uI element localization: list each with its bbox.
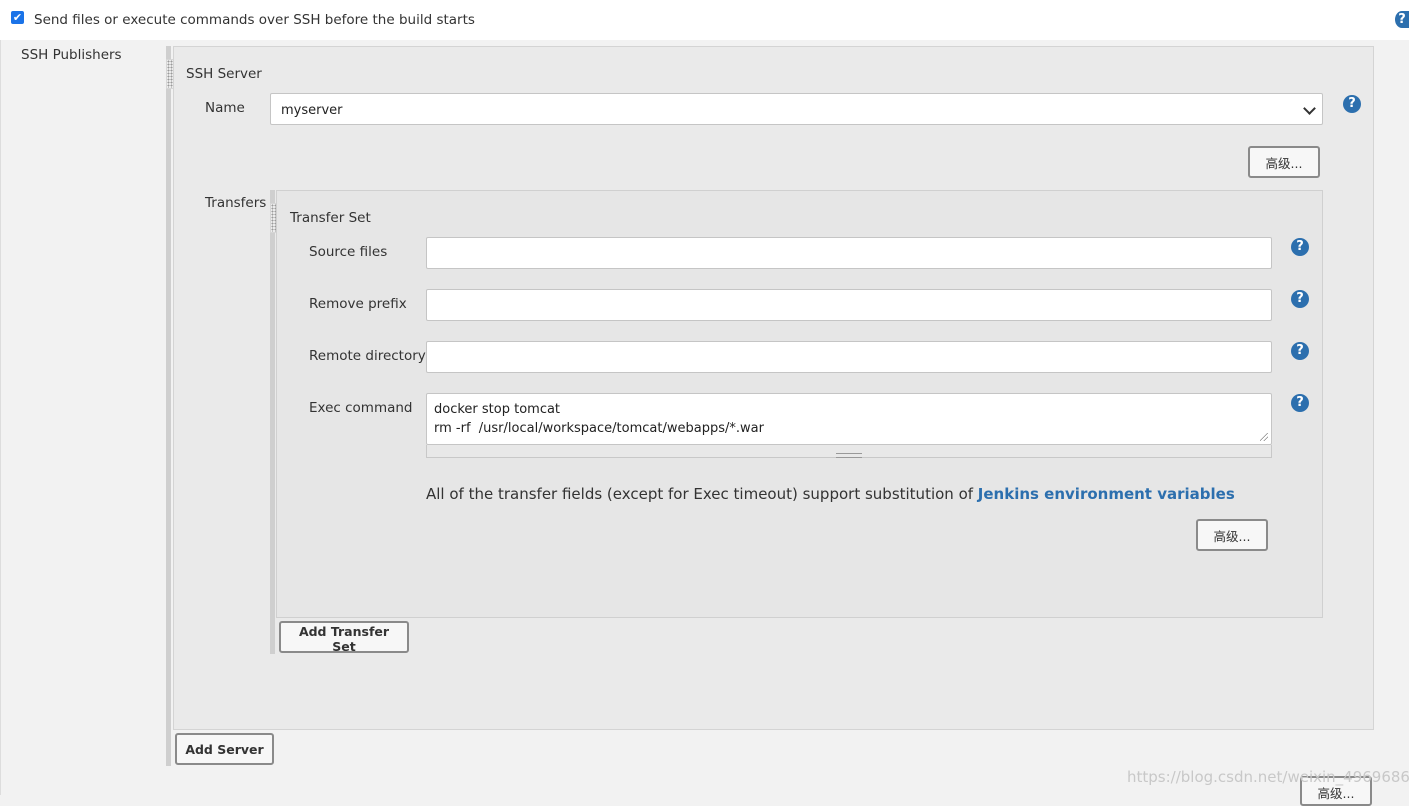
- expand-handle-icon: [836, 453, 862, 458]
- server-advanced-button[interactable]: 高级...: [1248, 146, 1320, 178]
- transfer-set-title: Transfer Set: [290, 210, 371, 226]
- textarea-resize-grip[interactable]: [1260, 433, 1268, 441]
- exec-command-textarea[interactable]: docker stop tomcat rm -rf /usr/local/wor…: [426, 393, 1272, 445]
- name-label: Name: [205, 100, 245, 116]
- remote-directory-label: Remote directory: [309, 348, 426, 364]
- substitution-info: All of the transfer fields (except for E…: [426, 485, 1235, 503]
- source-files-help-icon[interactable]: ?: [1291, 238, 1309, 256]
- remove-prefix-input[interactable]: [426, 289, 1272, 321]
- remote-directory-help-icon[interactable]: ?: [1291, 342, 1309, 360]
- source-files-label: Source files: [309, 244, 388, 260]
- remove-prefix-label: Remove prefix: [309, 296, 407, 312]
- transfers-label: Transfers: [205, 195, 267, 211]
- server-chunk-bar: [166, 46, 171, 766]
- substitution-info-text: All of the transfer fields (except for E…: [426, 485, 978, 503]
- name-select[interactable]: myserver: [270, 93, 1323, 125]
- exec-command-help-icon[interactable]: ?: [1291, 394, 1309, 412]
- ssh-before-build-checkbox[interactable]: ✔: [11, 11, 24, 24]
- remove-prefix-help-icon[interactable]: ?: [1291, 290, 1309, 308]
- ssh-publishers-label: SSH Publishers: [21, 47, 122, 63]
- transfer-advanced-button[interactable]: 高级...: [1196, 519, 1268, 551]
- name-select-value: myserver: [281, 103, 343, 118]
- add-transfer-set-button[interactable]: Add Transfer Set: [279, 621, 409, 654]
- jenkins-env-vars-link[interactable]: Jenkins environment variables: [978, 485, 1235, 503]
- watermark: https://blog.csdn.net/weixin_49696860: [1127, 768, 1409, 786]
- exec-command-label: Exec command: [309, 400, 413, 416]
- textarea-expand-bar[interactable]: [426, 445, 1272, 458]
- transfer-chunk-bar: [270, 190, 275, 654]
- sidebar-section: [0, 40, 169, 795]
- name-help-icon[interactable]: ?: [1343, 95, 1361, 113]
- source-files-input[interactable]: [426, 237, 1272, 269]
- help-icon[interactable]: ?: [1395, 11, 1409, 28]
- ssh-before-build-label: Send files or execute commands over SSH …: [34, 12, 475, 28]
- add-server-button[interactable]: Add Server: [175, 733, 274, 765]
- remote-directory-input[interactable]: [426, 341, 1272, 373]
- chevron-down-icon: [1303, 102, 1316, 115]
- ssh-server-title: SSH Server: [186, 66, 262, 82]
